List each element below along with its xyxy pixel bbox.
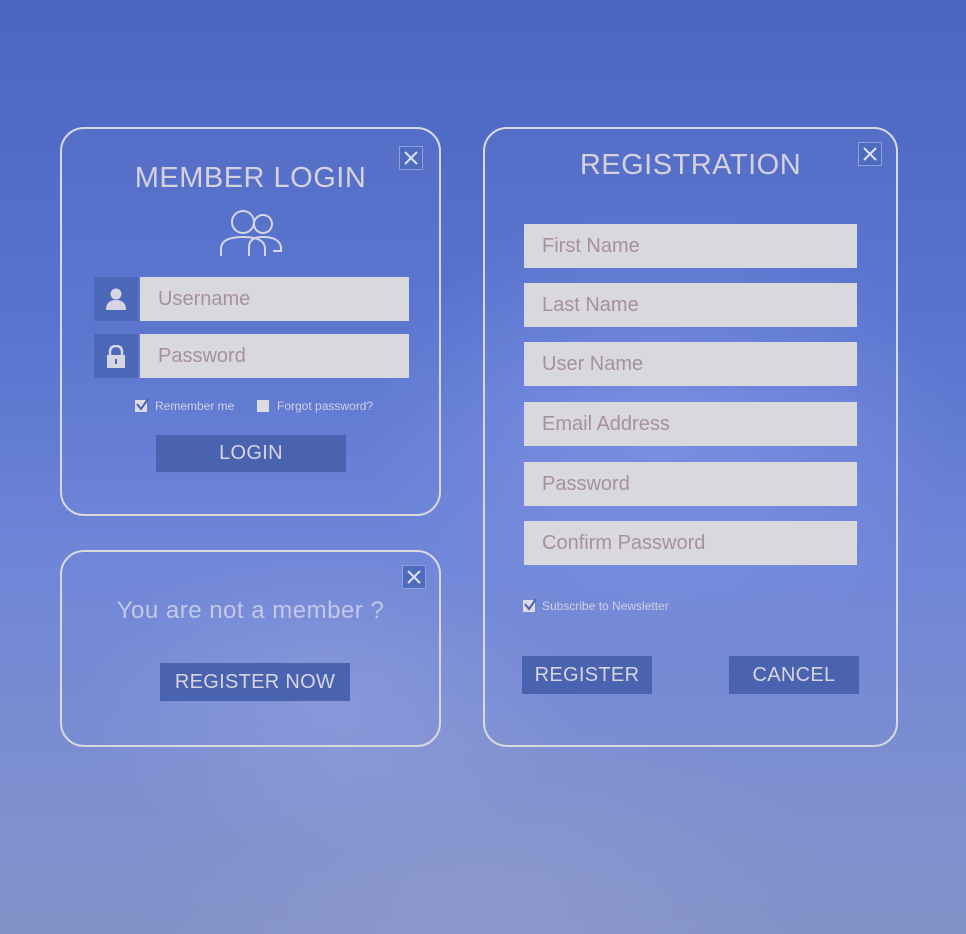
user-icon (106, 288, 126, 310)
register-now-button[interactable]: REGISTER NOW (160, 663, 350, 701)
email-input[interactable] (524, 402, 857, 446)
checkmark-icon (136, 398, 149, 411)
newsletter-checkbox[interactable]: Subscribe to Newsletter (523, 598, 669, 613)
forgot-password-checkbox[interactable]: Forgot password? (257, 399, 373, 413)
member-login-panel: MEMBER LOGIN Remember me (60, 127, 441, 516)
cancel-button[interactable]: CANCEL (729, 656, 859, 694)
login-title: MEMBER LOGIN (134, 162, 367, 194)
username-input[interactable] (140, 277, 409, 321)
login-button[interactable]: LOGIN (156, 435, 346, 472)
newsletter-label: Subscribe to Newsletter (542, 599, 669, 613)
checkmark-icon (524, 598, 537, 611)
close-icon (407, 570, 421, 584)
remember-me-label: Remember me (155, 399, 235, 413)
not-member-text: You are not a member ? (116, 597, 385, 624)
register-button[interactable]: REGISTER (522, 656, 652, 694)
user-name-input[interactable] (524, 342, 857, 386)
reg-password-input[interactable] (524, 462, 857, 506)
not-member-panel: You are not a member ? REGISTER NOW (60, 550, 441, 747)
remember-me-checkbox[interactable]: Remember me (135, 398, 235, 413)
first-name-input[interactable] (524, 224, 857, 268)
forgot-password-label: Forgot password? (277, 399, 374, 413)
promo-close-button[interactable] (402, 565, 426, 589)
last-name-input[interactable] (524, 283, 857, 327)
remember-me-box[interactable] (135, 398, 149, 412)
users-icon (220, 210, 282, 256)
newsletter-box[interactable] (523, 598, 537, 612)
password-input[interactable] (140, 334, 409, 378)
confirm-password-input[interactable] (524, 521, 857, 565)
registration-panel: REGISTRATION Subscribe to Newsletter REG… (483, 127, 898, 747)
forgot-password-box[interactable] (257, 400, 269, 412)
lock-icon (107, 345, 125, 368)
password-icon-box (94, 334, 138, 378)
registration-title: REGISTRATION (579, 149, 802, 181)
username-icon-box (94, 277, 138, 321)
